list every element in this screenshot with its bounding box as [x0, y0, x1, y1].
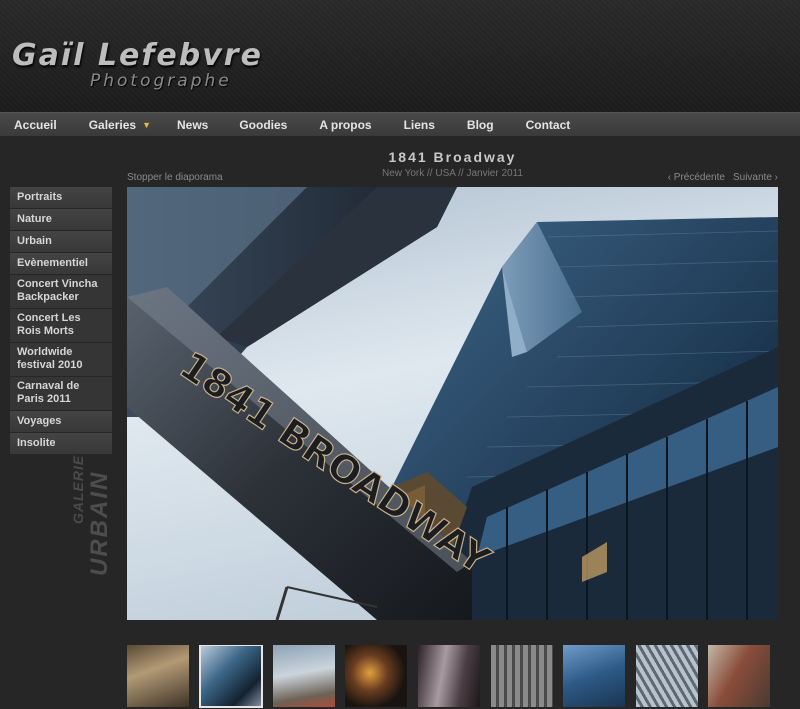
- main-nav: Accueil Galeries ▼ News Goodies A propos …: [0, 112, 800, 136]
- previous-link[interactable]: ‹ Précédente: [668, 172, 725, 183]
- nav-item-label: Goodies: [239, 117, 288, 132]
- thumbnail[interactable]: [563, 645, 625, 707]
- nav-item-galeries[interactable]: Galeries ▼: [89, 113, 151, 137]
- nav-item-label: A propos: [319, 117, 372, 132]
- nav-item-liens[interactable]: Liens: [404, 113, 435, 137]
- nav-item-accueil[interactable]: Accueil: [14, 113, 57, 137]
- stop-slideshow-link[interactable]: Stopper le diaporama: [127, 172, 223, 183]
- site-header: Gaïl Lefebvre Photographe: [0, 0, 800, 112]
- thumbnail[interactable]: [345, 645, 407, 707]
- sidebar-item-concert-rois-morts[interactable]: Concert Les Rois Morts: [10, 309, 112, 343]
- pager: ‹ Précédente Suivante ›: [668, 172, 778, 183]
- gallery-label-big: URBAIN: [86, 470, 113, 576]
- sidebar-item-voyages[interactable]: Voyages: [10, 411, 112, 433]
- sidebar-item-worldwide-festival[interactable]: Worldwide festival 2010: [10, 343, 112, 377]
- brand-subtitle: Photographe: [90, 71, 232, 91]
- brand-name[interactable]: Gaïl Lefebvre: [12, 38, 263, 73]
- sidebar-item-evenementiel[interactable]: Evènementiel: [10, 253, 112, 275]
- chevron-down-icon: ▼: [142, 119, 151, 130]
- sidebar-item-concert-vincha[interactable]: Concert Vincha Backpacker: [10, 275, 112, 309]
- thumbnail-active[interactable]: [199, 645, 263, 708]
- gallery-title: 1841 Broadway: [388, 149, 517, 165]
- building-photo-icon: 1841 BROADWAY: [127, 187, 778, 620]
- main-photo[interactable]: 1841 BROADWAY: [127, 187, 778, 620]
- sidebar-item-nature[interactable]: Nature: [10, 209, 112, 231]
- thumbnail[interactable]: [708, 645, 770, 707]
- sidebar-item-urbain[interactable]: Urbain: [10, 231, 112, 253]
- thumbnail[interactable]: [418, 645, 480, 707]
- thumbnail[interactable]: [491, 645, 553, 707]
- thumbnail[interactable]: [636, 645, 698, 707]
- sidebar-item-portraits[interactable]: Portraits: [10, 187, 112, 209]
- sidebar-item-carnaval-paris[interactable]: Carnaval de Paris 2011: [10, 377, 112, 411]
- nav-item-label: Blog: [466, 117, 494, 132]
- gallery-sidebar: Portraits Nature Urbain Evènementiel Con…: [10, 187, 112, 455]
- nav-item-label: Accueil: [14, 117, 57, 132]
- nav-item-label: Contact: [525, 117, 571, 132]
- nav-item-news[interactable]: News: [177, 113, 208, 137]
- nav-item-label: Liens: [403, 117, 435, 132]
- thumbnail[interactable]: [273, 645, 335, 707]
- nav-item-a-propos[interactable]: A propos: [319, 113, 371, 137]
- gallery-category-label: GALERIE URBAIN: [62, 452, 122, 582]
- thumbnail[interactable]: [127, 645, 189, 707]
- thumbnail-strip: [127, 645, 800, 709]
- nav-item-label: News: [176, 117, 209, 132]
- nav-item-blog[interactable]: Blog: [467, 113, 494, 137]
- gallery-label-small: GALERIE: [70, 454, 86, 524]
- nav-item-contact[interactable]: Contact: [526, 113, 571, 137]
- next-link[interactable]: Suivante ›: [733, 172, 778, 183]
- nav-item-goodies[interactable]: Goodies: [239, 113, 287, 137]
- nav-item-label: Galeries: [88, 117, 137, 132]
